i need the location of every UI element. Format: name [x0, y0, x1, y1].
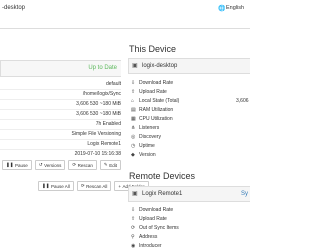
versioning-value: Simple File Versioning — [71, 131, 121, 137]
folder-label-value: default — [105, 81, 121, 87]
remote-stat-upload-rate: ⇧ Upload Rate — [131, 216, 167, 222]
refresh-icon: ⟳ — [72, 162, 77, 167]
thumbs-up-icon: ◉ — [131, 243, 136, 249]
remote-device-header[interactable]: ▣ Logix Remote1 Sy — [128, 186, 250, 202]
remote-device-name: Logix Remote1 — [142, 191, 183, 197]
last-scan-value: 2019-07-10 15:16:38 — [74, 151, 121, 157]
monitor-icon: ▣ — [132, 63, 138, 69]
clock-icon: ◷ — [131, 143, 136, 149]
this-device-name: logix-desktop — [142, 63, 178, 69]
row-divider — [0, 99, 121, 100]
sync-icon: ⟳ — [131, 225, 136, 231]
local-state-total-value: 3,606 — [236, 98, 249, 104]
language-selector[interactable]: English — [226, 5, 244, 11]
stat-cpu: ▦ CPU Utilization — [131, 116, 173, 122]
globe-icon[interactable]: 🌐 — [218, 5, 225, 12]
stat-discovery: ◎ Discovery — [131, 134, 161, 140]
history-icon: ↺ — [38, 162, 43, 167]
refresh-icon: ⟳ — [80, 183, 85, 188]
edit-button[interactable]: ✎ Edit — [99, 160, 121, 170]
link-icon: ⚲ — [131, 234, 135, 240]
top-navbar: -desktop 🌐 English — [0, 0, 250, 29]
local-state-value: 3,606 530 ~180 MiB — [76, 111, 121, 117]
stat-upload-rate: ⇧ Upload Rate — [131, 89, 167, 95]
cpu-icon: ▦ — [131, 116, 136, 122]
ram-icon: ▤ — [131, 107, 136, 113]
row-divider — [0, 109, 121, 110]
row-divider — [0, 89, 121, 90]
folder-status-header[interactable]: Up to Date — [0, 60, 121, 77]
remote-device-status: Sy — [240, 191, 248, 197]
stat-ram: ▤ RAM Utilization — [131, 107, 174, 113]
upload-icon: ⇧ — [131, 216, 136, 222]
upload-icon: ⇧ — [131, 89, 136, 95]
download-icon: ⇩ — [131, 80, 136, 86]
row-divider — [0, 119, 121, 120]
folder-status: Up to Date — [88, 65, 117, 71]
pause-button[interactable]: ❚❚ Pause — [2, 160, 32, 170]
tag-icon: ◆ — [131, 152, 135, 158]
plus-icon: + — [118, 183, 121, 189]
remote-devices-heading: Remote Devices — [129, 171, 196, 181]
row-divider — [0, 139, 121, 140]
pause-icon: ❚❚ — [6, 162, 14, 167]
folder-actions: ❚❚ Pause ↺ Versions ⟳ Rescan ✎ Edit — [2, 160, 121, 170]
rescan-all-button[interactable]: ⟳ Rescan All — [76, 181, 112, 191]
rescan-watch-value: 7h Enabled — [95, 121, 121, 127]
stat-local-state: ⌂ Local State (Total) — [131, 98, 180, 104]
this-device-header[interactable]: ▣ logix-desktop — [128, 58, 250, 74]
pencil-icon: ✎ — [103, 162, 108, 167]
versions-button[interactable]: ↺ Versions — [34, 160, 66, 170]
shared-with-value: Logix Remote1 — [87, 141, 121, 147]
row-divider — [0, 149, 121, 150]
remote-stat-download-rate: ⇩ Download Rate — [131, 207, 174, 213]
monitor-icon: ▣ — [132, 191, 138, 197]
folder-path-value: /home/logix/Sync — [82, 91, 121, 97]
signal-icon: ◎ — [131, 134, 136, 140]
global-state-value: 3,606 530 ~180 MiB — [76, 101, 121, 107]
stat-listeners: ⋔ Listeners — [131, 125, 160, 131]
pause-all-button[interactable]: ❚❚ Pause All — [38, 181, 74, 191]
remote-stat-address: ⚲ Address — [131, 234, 158, 240]
download-icon: ⇩ — [131, 207, 136, 213]
stat-download-rate: ⇩ Download Rate — [131, 80, 174, 86]
rescan-button[interactable]: ⟳ Rescan — [68, 160, 97, 170]
remote-stat-out-of-sync: ⟳ Out of Sync Items — [131, 225, 179, 231]
stat-uptime: ◷ Uptime — [131, 143, 155, 149]
stat-version: ◆ Version — [131, 152, 156, 158]
pause-icon: ❚❚ — [42, 183, 50, 188]
row-divider — [0, 129, 121, 130]
device-name-label: -desktop — [2, 5, 26, 11]
sitemap-icon: ⋔ — [131, 125, 136, 131]
home-icon: ⌂ — [131, 98, 135, 104]
this-device-heading: This Device — [129, 44, 177, 54]
remote-stat-introducer: ◉ Introducer — [131, 243, 162, 249]
